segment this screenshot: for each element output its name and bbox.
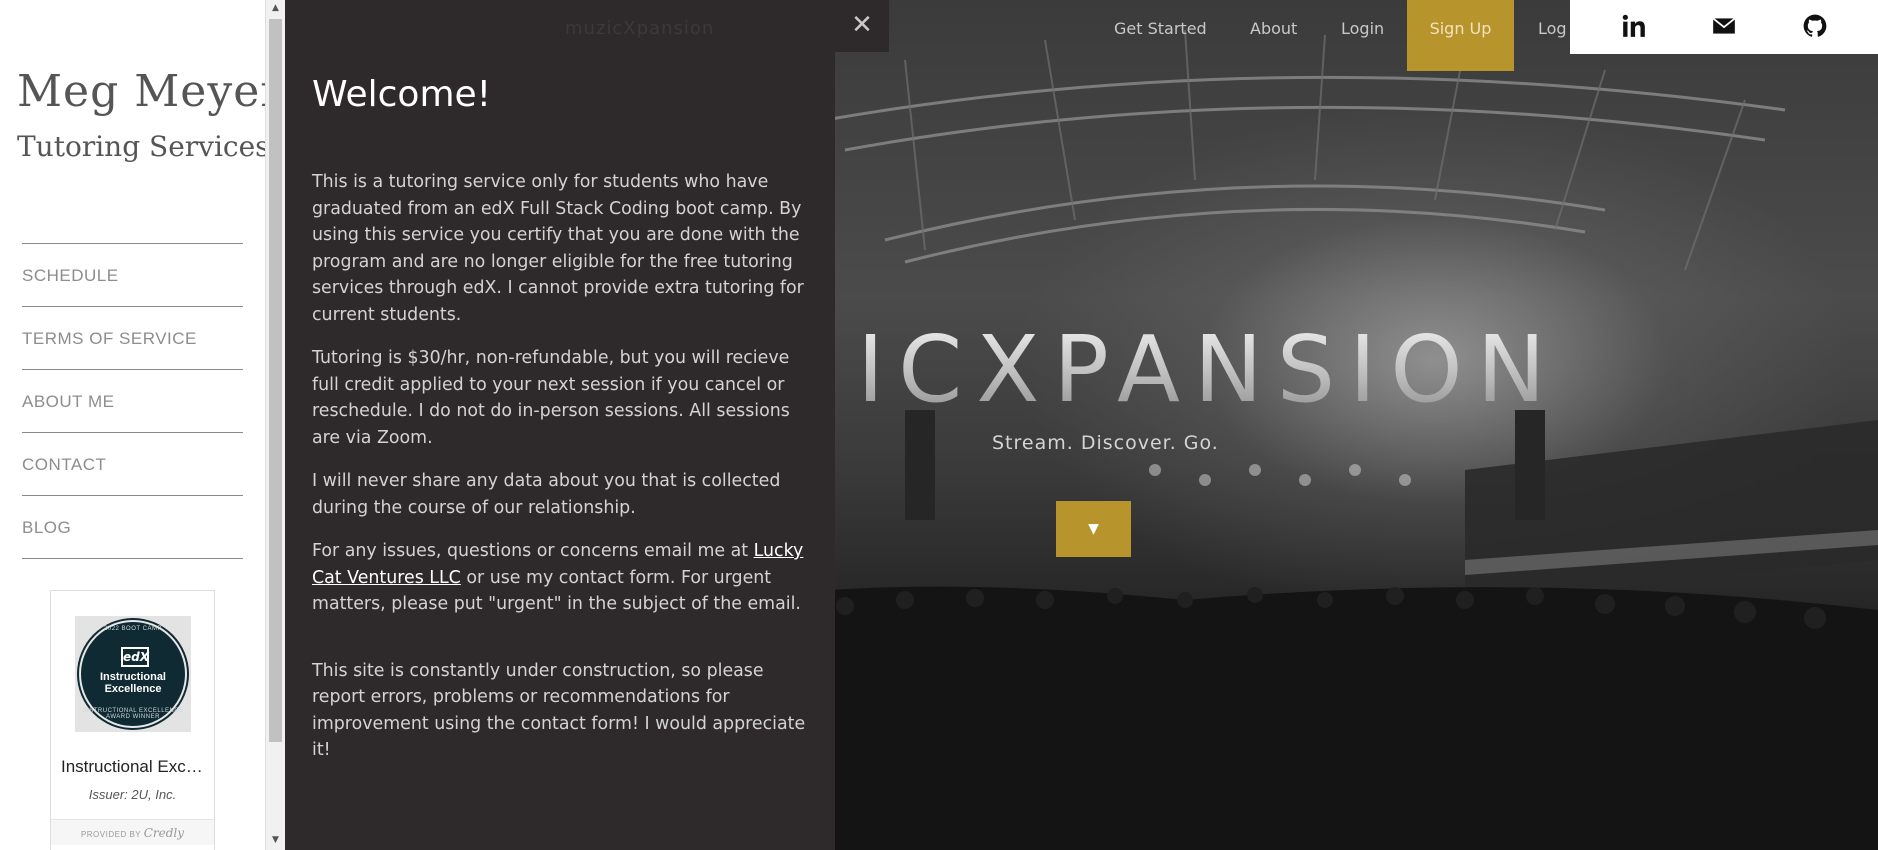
badge-line-1: Instructional xyxy=(99,671,166,683)
nav-about[interactable]: About xyxy=(1250,19,1297,38)
sidebar: Meg Meyers Tutoring Services SCHEDULE TE… xyxy=(0,0,265,850)
modal-paragraph-privacy: I will never share any data about you th… xyxy=(312,471,781,518)
edx-logo: edX xyxy=(121,647,149,667)
close-icon[interactable]: ✕ xyxy=(849,11,875,39)
badge-footer-prefix: PROVIDED BY xyxy=(80,830,141,839)
sidebar-item-contact[interactable]: CONTACT xyxy=(22,433,243,496)
scroll-down-button[interactable]: ▼ xyxy=(1056,501,1131,557)
welcome-modal: muzicXpansion ✕ Welcome! This is a tutor… xyxy=(285,0,889,850)
github-icon[interactable] xyxy=(1802,13,1828,39)
badge-line-2: Excellence xyxy=(104,683,162,695)
contact-text-before: For any issues, questions or concerns em… xyxy=(312,541,754,561)
scroll-down-arrow-icon[interactable]: ▼ xyxy=(266,832,285,849)
brand-name[interactable]: Meg Meyers xyxy=(17,66,265,117)
badge-emblem: 2022 BOOT CAMP edX Instructional Excelle… xyxy=(79,620,187,728)
badge-image[interactable]: 2022 BOOT CAMP edX Instructional Excelle… xyxy=(75,616,191,732)
nav-logout[interactable]: Log xyxy=(1538,19,1567,38)
sidebar-item-schedule[interactable]: SCHEDULE xyxy=(22,244,243,307)
sidebar-item-terms-of-service[interactable]: TERMS OF SERVICE xyxy=(22,307,243,370)
modal-body: This is a tutoring service only for stud… xyxy=(312,169,812,781)
badge-footer[interactable]: PROVIDED BY Credly xyxy=(51,819,214,845)
modal-paragraph-construction: This site is constantly under constructi… xyxy=(312,660,806,761)
brand-subtitle[interactable]: Tutoring Services xyxy=(17,130,265,163)
sidebar-item-about-me[interactable]: ABOUT ME xyxy=(22,370,243,433)
nav-get-started[interactable]: Get Started xyxy=(1114,19,1207,38)
modal-title: Welcome! xyxy=(312,74,492,115)
sidebar-scrollbar[interactable]: ▲ ▼ xyxy=(265,0,285,850)
modal-paragraph-pricing: Tutoring is $30/hr, non-refundable, but … xyxy=(312,348,790,448)
hero-tagline: Stream. Discover. Go. xyxy=(992,432,1219,454)
nav-login[interactable]: Login xyxy=(1341,19,1384,38)
badge-title[interactable]: Instructional Excellence xyxy=(51,757,214,777)
linkedin-icon[interactable] xyxy=(1621,13,1647,39)
scroll-up-arrow-icon[interactable]: ▲ xyxy=(266,0,285,17)
sign-up-button[interactable]: Sign Up xyxy=(1407,0,1514,71)
sidebar-nav: SCHEDULE TERMS OF SERVICE ABOUT ME CONTA… xyxy=(22,243,243,559)
modal-paragraph-eligibility: This is a tutoring service only for stud… xyxy=(312,172,804,325)
sidebar-item-blog[interactable]: BLOG xyxy=(22,496,243,559)
email-icon[interactable] xyxy=(1711,13,1737,39)
credly-badge-card[interactable]: 2022 BOOT CAMP edX Instructional Excelle… xyxy=(50,590,215,850)
modal-paragraph-contact: For any issues, questions or concerns em… xyxy=(312,538,812,618)
badge-ring-top: 2022 BOOT CAMP xyxy=(104,626,162,632)
social-links-bar xyxy=(1570,0,1878,54)
modal-close-area: ✕ xyxy=(835,0,889,52)
background-logo: muzicXpansion xyxy=(565,18,715,39)
scrollbar-thumb[interactable] xyxy=(269,19,282,742)
badge-issuer: Issuer: 2U, Inc. xyxy=(88,787,177,802)
credly-logo: Credly xyxy=(143,826,185,840)
hero-title: ICXPANSION xyxy=(857,316,1560,423)
badge-ring-bottom: INSTRUCTIONAL EXCELLENCE AWARD WINNER xyxy=(82,708,184,720)
